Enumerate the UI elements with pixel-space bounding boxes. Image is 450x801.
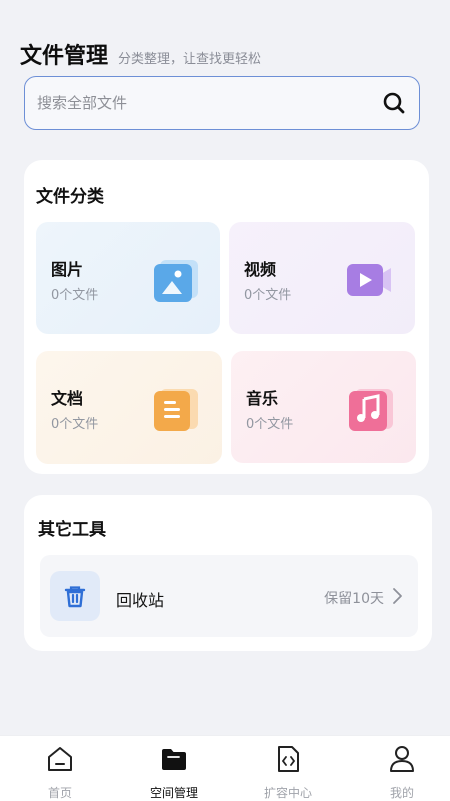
category-count: 0个文件 [51, 288, 99, 303]
nav-home[interactable]: 首页 [4, 736, 116, 801]
bottom-navigation: 首页 空间管理 扩容中心 我的 [0, 735, 450, 801]
other-tools-card: 其它工具 回收站 保留10天 [24, 495, 432, 651]
nav-label: 空间管理 [149, 786, 198, 800]
recycle-icon-container [50, 571, 100, 621]
retention-period: 保留10天 [324, 591, 384, 607]
category-music[interactable]: 音乐 0个文件 [231, 351, 416, 463]
category-name: 音乐 [246, 389, 279, 408]
code-file-icon [278, 746, 299, 772]
folder-icon [162, 749, 186, 770]
category-name: 图片 [51, 260, 84, 279]
nav-label: 扩容中心 [263, 786, 312, 800]
page-subtitle: 分类整理，让查找更轻松 [118, 52, 262, 67]
nav-label: 我的 [389, 786, 414, 800]
category-documents[interactable]: 文档 0个文件 [36, 351, 222, 464]
music-icon [349, 389, 393, 431]
chevron-right-icon [393, 588, 402, 604]
category-count: 0个文件 [51, 417, 99, 432]
nav-expansion-center[interactable]: 扩容中心 [232, 736, 344, 801]
search-bar[interactable] [24, 76, 420, 130]
file-categories-card: 文件分类 图片 0个文件 视频 0个文件 文档 0个文件 音乐 0个文件 [24, 160, 429, 474]
nav-space-management[interactable]: 空间管理 [118, 736, 230, 801]
user-icon [390, 746, 414, 772]
search-input[interactable] [35, 93, 381, 113]
document-icon [154, 389, 198, 431]
category-count: 0个文件 [246, 417, 294, 432]
category-name: 视频 [244, 260, 277, 279]
video-icon [347, 264, 391, 296]
search-icon[interactable] [381, 90, 407, 116]
page-header: 文件管理 分类整理，让查找更轻松 [20, 38, 261, 70]
category-count: 0个文件 [244, 288, 292, 303]
tools-title: 其它工具 [38, 520, 106, 540]
page-title: 文件管理 [20, 44, 109, 69]
nav-profile[interactable]: 我的 [346, 736, 450, 801]
category-name: 文档 [51, 389, 84, 408]
category-videos[interactable]: 视频 0个文件 [229, 222, 415, 334]
categories-title: 文件分类 [36, 187, 104, 207]
recycle-bin-label: 回收站 [116, 591, 165, 610]
image-icon [154, 260, 198, 302]
nav-label: 首页 [47, 786, 72, 800]
recycle-bin-item[interactable]: 回收站 保留10天 [40, 555, 418, 637]
trash-icon [64, 586, 86, 608]
home-icon [48, 747, 72, 771]
category-images[interactable]: 图片 0个文件 [36, 222, 220, 334]
